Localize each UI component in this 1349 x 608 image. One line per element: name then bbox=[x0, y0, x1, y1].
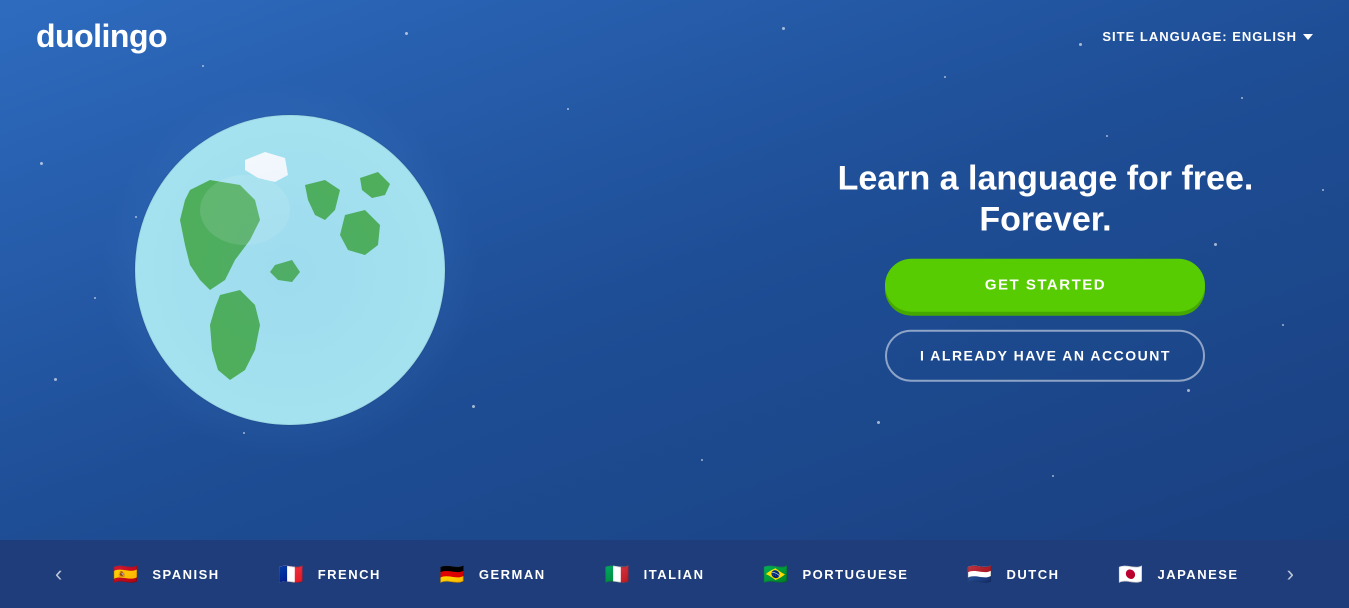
chevron-down-icon bbox=[1303, 34, 1313, 40]
language-item-german[interactable]: 🇩🇪 GERMAN bbox=[409, 540, 574, 608]
flag-icon-french: 🇫🇷 bbox=[276, 563, 308, 585]
header: duolingo SITE LANGUAGE: ENGLISH bbox=[0, 0, 1349, 73]
languages-next-button[interactable]: › bbox=[1267, 540, 1314, 608]
globe-glow bbox=[100, 80, 480, 460]
flag-icon-japanese: 🇯🇵 bbox=[1115, 563, 1147, 585]
flag-icon-portuguese: 🇧🇷 bbox=[760, 563, 792, 585]
language-name-dutch: DUTCH bbox=[1006, 567, 1059, 582]
main-area: duolingo SITE LANGUAGE: ENGLISH bbox=[0, 0, 1349, 540]
language-name-french: FRENCH bbox=[318, 567, 381, 582]
globe-container bbox=[130, 110, 450, 430]
flag-icon-italian: 🇮🇹 bbox=[602, 563, 634, 585]
flag-icon-spanish: 🇪🇸 bbox=[110, 563, 142, 585]
flag-icon-german: 🇩🇪 bbox=[437, 563, 469, 585]
language-item-spanish[interactable]: 🇪🇸 SPANISH bbox=[82, 540, 247, 608]
tagline: Learn a language for free. Forever. bbox=[805, 159, 1285, 241]
flag-icon-dutch: 🇳🇱 bbox=[964, 563, 996, 585]
language-name-italian: ITALIAN bbox=[644, 567, 705, 582]
right-content: Learn a language for free. Forever. GET … bbox=[742, 159, 1349, 382]
already-have-account-button[interactable]: I ALREADY HAVE AN ACCOUNT bbox=[885, 329, 1205, 381]
site-language-selector[interactable]: SITE LANGUAGE: ENGLISH bbox=[1102, 29, 1313, 44]
language-name-portuguese: PORTUGUESE bbox=[802, 567, 908, 582]
languages-prev-button[interactable]: ‹ bbox=[35, 540, 82, 608]
language-name-spanish: SPANISH bbox=[152, 567, 219, 582]
language-item-portuguese[interactable]: 🇧🇷 PORTUGUESE bbox=[732, 540, 936, 608]
site-language-label: SITE LANGUAGE: ENGLISH bbox=[1102, 29, 1297, 44]
logo: duolingo bbox=[36, 18, 167, 55]
language-item-japanese[interactable]: 🇯🇵 JAPANESE bbox=[1087, 540, 1266, 608]
language-list: 🇪🇸 SPANISH 🇫🇷 FRENCH 🇩🇪 GERMAN 🇮🇹 ITALIAN 🇧🇷 PORT… bbox=[82, 540, 1266, 608]
language-name-japanese: JAPANESE bbox=[1157, 567, 1238, 582]
get-started-button[interactable]: GET STARTED bbox=[885, 258, 1205, 311]
bottom-bar: ‹ 🇪🇸 SPANISH 🇫🇷 FRENCH 🇩🇪 GERMAN 🇮🇹 ITALIAN 🇧🇷 PO… bbox=[0, 540, 1349, 608]
language-item-dutch[interactable]: 🇳🇱 DUTCH bbox=[936, 540, 1087, 608]
language-name-german: GERMAN bbox=[479, 567, 546, 582]
language-item-french[interactable]: 🇫🇷 FRENCH bbox=[248, 540, 409, 608]
language-item-italian[interactable]: 🇮🇹 ITALIAN bbox=[574, 540, 733, 608]
